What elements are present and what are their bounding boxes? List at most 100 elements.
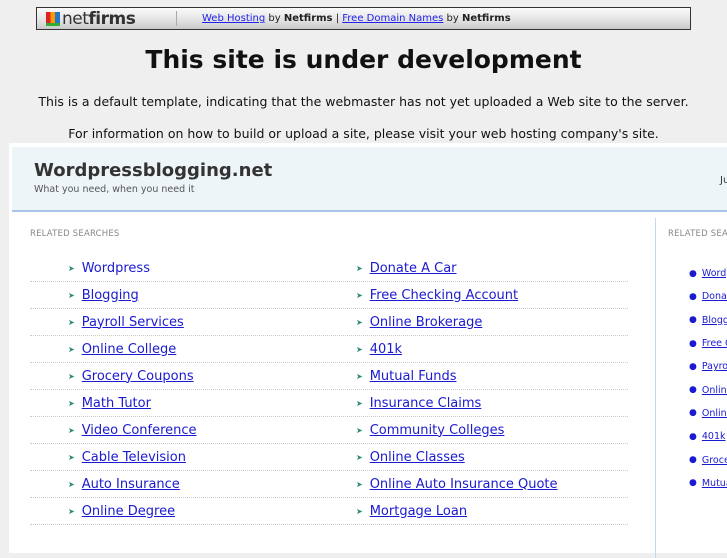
- arrow-icon: ➤: [68, 479, 75, 489]
- related-search-link[interactable]: Cable Television: [82, 450, 186, 465]
- related-search-link[interactable]: Mortgage Loan: [370, 504, 467, 519]
- bullet-icon: ●: [689, 361, 697, 372]
- link-cell: ➤ Online Degree: [30, 504, 318, 519]
- related-search-link[interactable]: Donate A Car: [370, 261, 457, 276]
- by-text: by: [268, 13, 281, 24]
- link-row: ➤ Video Conference ➤ Community Colleges: [30, 417, 628, 444]
- related-search-link[interactable]: Payroll Services: [82, 315, 184, 330]
- bullet-icon: ●: [689, 291, 697, 302]
- sidebar-search-link[interactable]: Free Checking Account: [702, 338, 727, 349]
- link-cell: ➤ Video Conference: [30, 423, 318, 438]
- arrow-icon: ➤: [356, 371, 363, 381]
- related-search-link[interactable]: Online College: [82, 342, 177, 357]
- related-search-link[interactable]: Math Tutor: [82, 396, 151, 411]
- link-cell: ➤ Donate A Car: [318, 261, 606, 276]
- page-title: This site is under development: [145, 45, 582, 74]
- link-row: ➤ Math Tutor ➤ Insurance Claims: [30, 390, 628, 417]
- bullet-icon: ●: [689, 455, 697, 466]
- related-search-link[interactable]: Free Checking Account: [370, 288, 518, 303]
- sidebar-search-link[interactable]: Blogging: [702, 315, 727, 326]
- netfirms-logo-icon: [46, 11, 60, 26]
- sidebar-search-link[interactable]: Wordpress: [702, 268, 727, 279]
- arrow-icon: ➤: [68, 371, 75, 381]
- sidebar-link-item: ● Grocery Coupons: [689, 448, 727, 471]
- parked-domain-panel: Wordpressblogging.net What you need, whe…: [9, 143, 727, 558]
- link-row: ➤ Grocery Coupons ➤ Mutual Funds: [30, 363, 628, 390]
- related-search-link[interactable]: Video Conference: [82, 423, 197, 438]
- related-searches-list: ➤ Wordpress ➤ Donate A Car ➤ Blogging ➤ Free Ch…: [30, 255, 628, 525]
- logo-text: netfirms: [62, 8, 136, 29]
- related-search-link[interactable]: Online Degree: [82, 504, 175, 519]
- bullet-icon: ●: [689, 338, 697, 349]
- banner-links: Web Hosting by Netfirms | Free Domain Na…: [202, 13, 511, 24]
- link-cell: ➤ Mutual Funds: [318, 369, 606, 384]
- hosting-info-message: For information on how to build or uploa…: [68, 126, 659, 141]
- arrow-icon: ➤: [356, 290, 363, 300]
- bullet-icon: ●: [689, 315, 697, 326]
- related-search-link[interactable]: Online Auto Insurance Quote: [370, 477, 558, 492]
- link-cell: ➤ Mortgage Loan: [318, 504, 606, 519]
- link-row: ➤ Blogging ➤ Free Checking Account: [30, 282, 628, 309]
- arrow-icon: ➤: [356, 263, 363, 273]
- arrow-icon: ➤: [68, 317, 75, 327]
- arrow-icon: ➤: [68, 344, 75, 354]
- sidebar-link-item: ● Online College: [689, 378, 727, 401]
- related-search-link[interactable]: 401k: [370, 342, 402, 357]
- netfirms-banner: netfirms Web Hosting by Netfirms | Free …: [36, 7, 691, 30]
- arrow-icon: ➤: [356, 506, 363, 516]
- link-row: ➤ Online College ➤ 401k: [30, 336, 628, 363]
- related-search-link[interactable]: Community Colleges: [370, 423, 505, 438]
- site-name: Wordpressblogging.net: [34, 160, 273, 181]
- related-search-link[interactable]: Online Brokerage: [370, 315, 483, 330]
- related-search-link[interactable]: Mutual Funds: [370, 369, 457, 384]
- bullet-icon: ●: [689, 385, 697, 396]
- bullet-icon: ●: [689, 268, 697, 279]
- related-search-link[interactable]: Online Classes: [370, 450, 465, 465]
- sidebar-search-link[interactable]: Grocery Coupons: [702, 455, 727, 466]
- sidebar-search-link[interactable]: 401k: [702, 431, 726, 442]
- link-cell: ➤ Math Tutor: [30, 396, 318, 411]
- link-row: ➤ Cable Television ➤ Online Classes: [30, 444, 628, 471]
- netfirms-logo[interactable]: netfirms: [37, 8, 177, 29]
- web-hosting-link[interactable]: Web Hosting: [202, 13, 265, 24]
- link-cell: ➤ Online Brokerage: [318, 315, 606, 330]
- related-search-link[interactable]: Blogging: [82, 288, 139, 303]
- link-cell: ➤ Online College: [30, 342, 318, 357]
- related-search-link[interactable]: Auto Insurance: [82, 477, 180, 492]
- arrow-icon: ➤: [68, 290, 75, 300]
- arrow-icon: ➤: [356, 317, 363, 327]
- sidebar-link-item: ● Mutual Funds: [689, 472, 727, 495]
- bullet-icon: ●: [689, 408, 697, 419]
- separator: |: [335, 13, 340, 24]
- sidebar-link-item: ● Free Checking Account: [689, 332, 727, 355]
- related-search-link[interactable]: Grocery Coupons: [82, 369, 194, 384]
- arrow-icon: ➤: [68, 452, 75, 462]
- sidebar-search-link[interactable]: Online Brokerage: [702, 408, 727, 419]
- arrow-icon: ➤: [356, 425, 363, 435]
- arrow-icon: ➤: [68, 425, 75, 435]
- related-search-link[interactable]: Insurance Claims: [370, 396, 482, 411]
- sidebar-search-link[interactable]: Online College: [702, 385, 727, 396]
- sidebar-search-link[interactable]: Donate A Car: [702, 291, 727, 302]
- default-template-message: This is a default template, indicating t…: [38, 94, 689, 109]
- link-cell: ➤ Wordpress: [30, 261, 318, 276]
- link-cell: ➤ Free Checking Account: [318, 288, 606, 303]
- sidebar-link-item: ● Donate A Car: [689, 285, 727, 308]
- sidebar-link-item: ● Blogging: [689, 309, 727, 332]
- sidebar-search-link[interactable]: Payroll Services: [702, 361, 727, 372]
- brand-text: Netfirms: [462, 13, 511, 24]
- arrow-icon: ➤: [356, 344, 363, 354]
- link-cell: ➤ Blogging: [30, 288, 318, 303]
- sidebar-link-item: ● Payroll Services: [689, 355, 727, 378]
- arrow-icon: ➤: [68, 263, 75, 273]
- site-tagline: What you need, when you need it: [34, 184, 195, 195]
- arrow-icon: ➤: [356, 398, 363, 408]
- link-cell: ➤ Community Colleges: [318, 423, 606, 438]
- arrow-icon: ➤: [68, 398, 75, 408]
- site-header: Wordpressblogging.net What you need, whe…: [12, 147, 727, 212]
- sidebar-search-link[interactable]: Mutual Funds: [702, 478, 727, 489]
- related-search-link[interactable]: Wordpress: [82, 261, 150, 276]
- sidebar-related-searches-label: RELATED SEARCHES: [668, 229, 727, 239]
- brand-text: Netfirms: [283, 13, 333, 24]
- free-domain-names-link[interactable]: Free Domain Names: [342, 13, 443, 24]
